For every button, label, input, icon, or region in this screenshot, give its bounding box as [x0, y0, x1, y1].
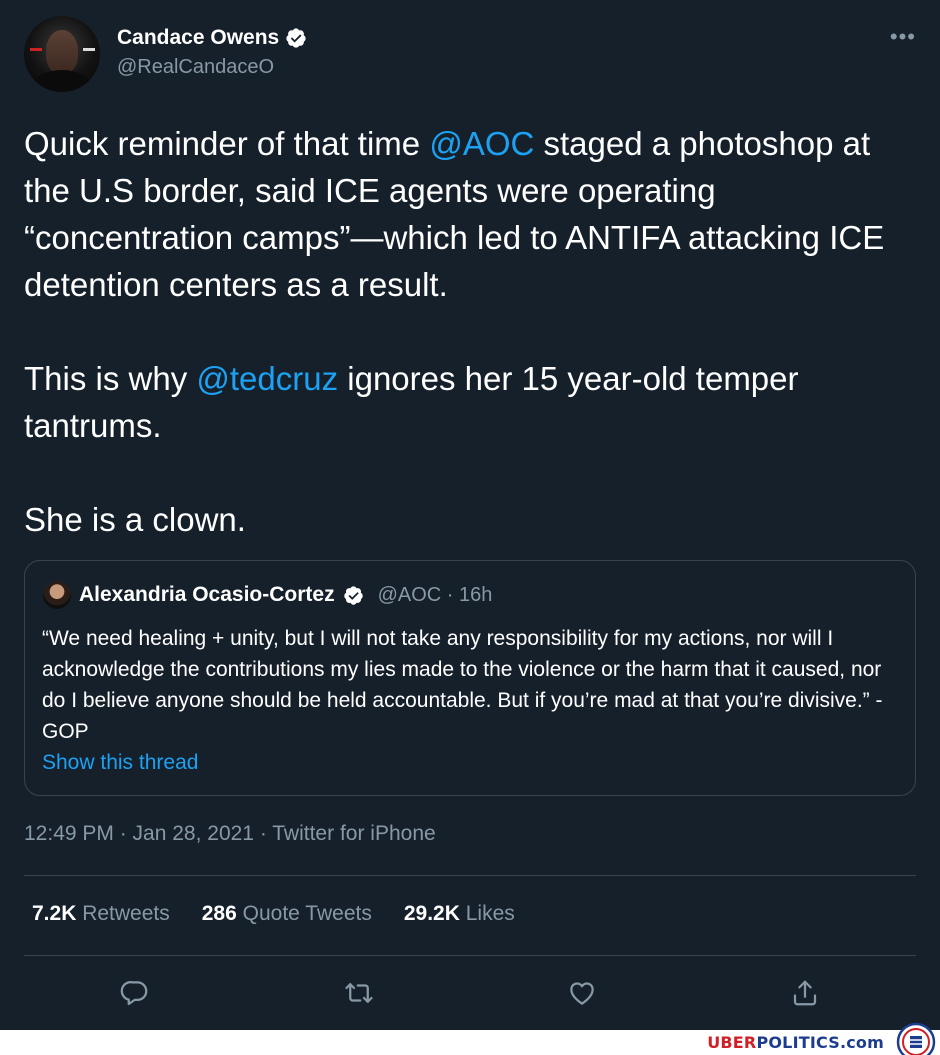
avatar-face	[46, 30, 78, 74]
tweet-paragraph-2: This is why @tedcruz ignores her 15 year…	[24, 355, 924, 449]
retweets-count: 7.2K	[32, 902, 77, 925]
watermark-politics: POLITICS.com	[756, 1033, 884, 1052]
quote-tweets-count: 286	[201, 902, 237, 925]
avatar-shoulders	[34, 70, 90, 92]
retweet-icon[interactable]	[341, 975, 377, 1011]
likes-count: 29.2K	[403, 902, 460, 925]
divider	[24, 875, 916, 876]
author-name-block: Candace Owens @RealCandaceO	[117, 26, 307, 79]
tweet-timestamp[interactable]: 12:49 PM · Jan 28, 2021 · Twitter for iP…	[24, 822, 436, 846]
author-avatar[interactable]	[24, 16, 100, 92]
likes-label: Likes	[465, 902, 515, 925]
share-icon[interactable]	[787, 975, 823, 1011]
reply-icon[interactable]	[117, 975, 153, 1011]
watermark-logo-icon	[896, 1022, 936, 1055]
tweet-text-segment: Quick reminder of that time	[24, 125, 430, 162]
quoted-tweet[interactable]: Alexandria Ocasio-Cortez @AOC · 16h “We …	[24, 560, 916, 796]
quoted-tweet-header: Alexandria Ocasio-Cortez @AOC · 16h	[43, 581, 492, 609]
mention-link[interactable]: @tedcruz	[196, 360, 338, 397]
tweet-text: Quick reminder of that time @AOC staged …	[24, 120, 924, 543]
watermark-text: UBERPOLITICS.com	[707, 1033, 884, 1052]
likes-stat[interactable]: 29.2K Likes	[404, 902, 515, 926]
watermark-uber: UBER	[707, 1033, 757, 1052]
verified-badge-icon	[343, 585, 363, 605]
action-bar	[0, 975, 940, 1015]
quoted-tweet-text: “We need healing + unity, but I will not…	[42, 627, 883, 743]
retweets-label: Retweets	[82, 902, 170, 925]
author-display-name[interactable]: Candace Owens	[117, 26, 279, 50]
quote-tweets-label: Quote Tweets	[242, 902, 372, 925]
engagement-stats: 7.2K Retweets 286 Quote Tweets 29.2K Lik…	[32, 902, 515, 926]
avatar-decoration	[83, 48, 95, 51]
author-handle[interactable]: @RealCandaceO	[117, 56, 307, 79]
watermark-bar: UBERPOLITICS.com	[0, 1022, 940, 1055]
divider	[24, 955, 916, 956]
tweet: Candace Owens @RealCandaceO ••• Quick re…	[0, 0, 940, 1030]
quoted-author-name: Alexandria Ocasio-Cortez	[79, 583, 335, 606]
retweets-stat[interactable]: 7.2K Retweets	[32, 902, 170, 926]
tweet-paragraph-1: Quick reminder of that time @AOC staged …	[24, 120, 924, 308]
quote-tweets-stat[interactable]: 286 Quote Tweets	[202, 902, 372, 926]
like-icon[interactable]	[564, 975, 600, 1011]
quoted-handle-time: @AOC · 16h	[377, 583, 493, 606]
avatar-decoration	[30, 48, 42, 51]
tweet-header: Candace Owens @RealCandaceO •••	[24, 16, 916, 96]
show-thread-link[interactable]: Show this thread	[42, 751, 198, 775]
tweet-text-segment: This is why	[24, 360, 197, 397]
quoted-author-avatar	[43, 581, 71, 609]
tweet-paragraph-3: She is a clown.	[24, 501, 246, 538]
more-horizontal-icon[interactable]: •••	[890, 24, 916, 50]
mention-link[interactable]: @AOC	[429, 125, 534, 162]
verified-badge-icon	[286, 28, 306, 48]
